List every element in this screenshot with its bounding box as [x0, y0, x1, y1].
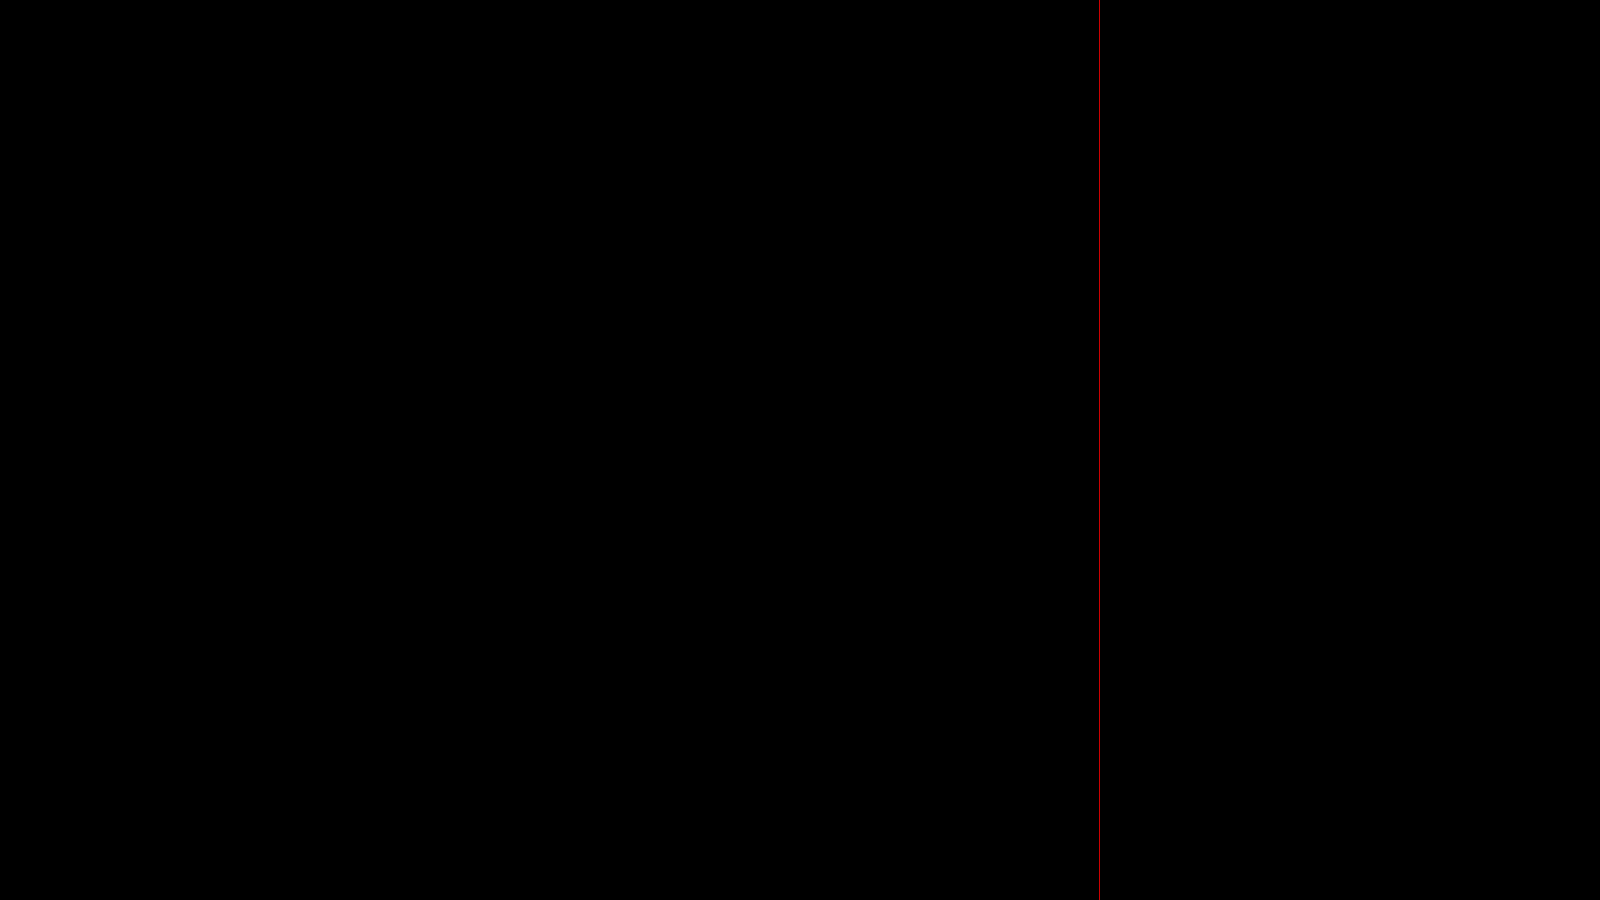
chart-area-placeholder: [0, 0, 1100, 900]
side-panel-placeholder: [1100, 0, 1600, 900]
